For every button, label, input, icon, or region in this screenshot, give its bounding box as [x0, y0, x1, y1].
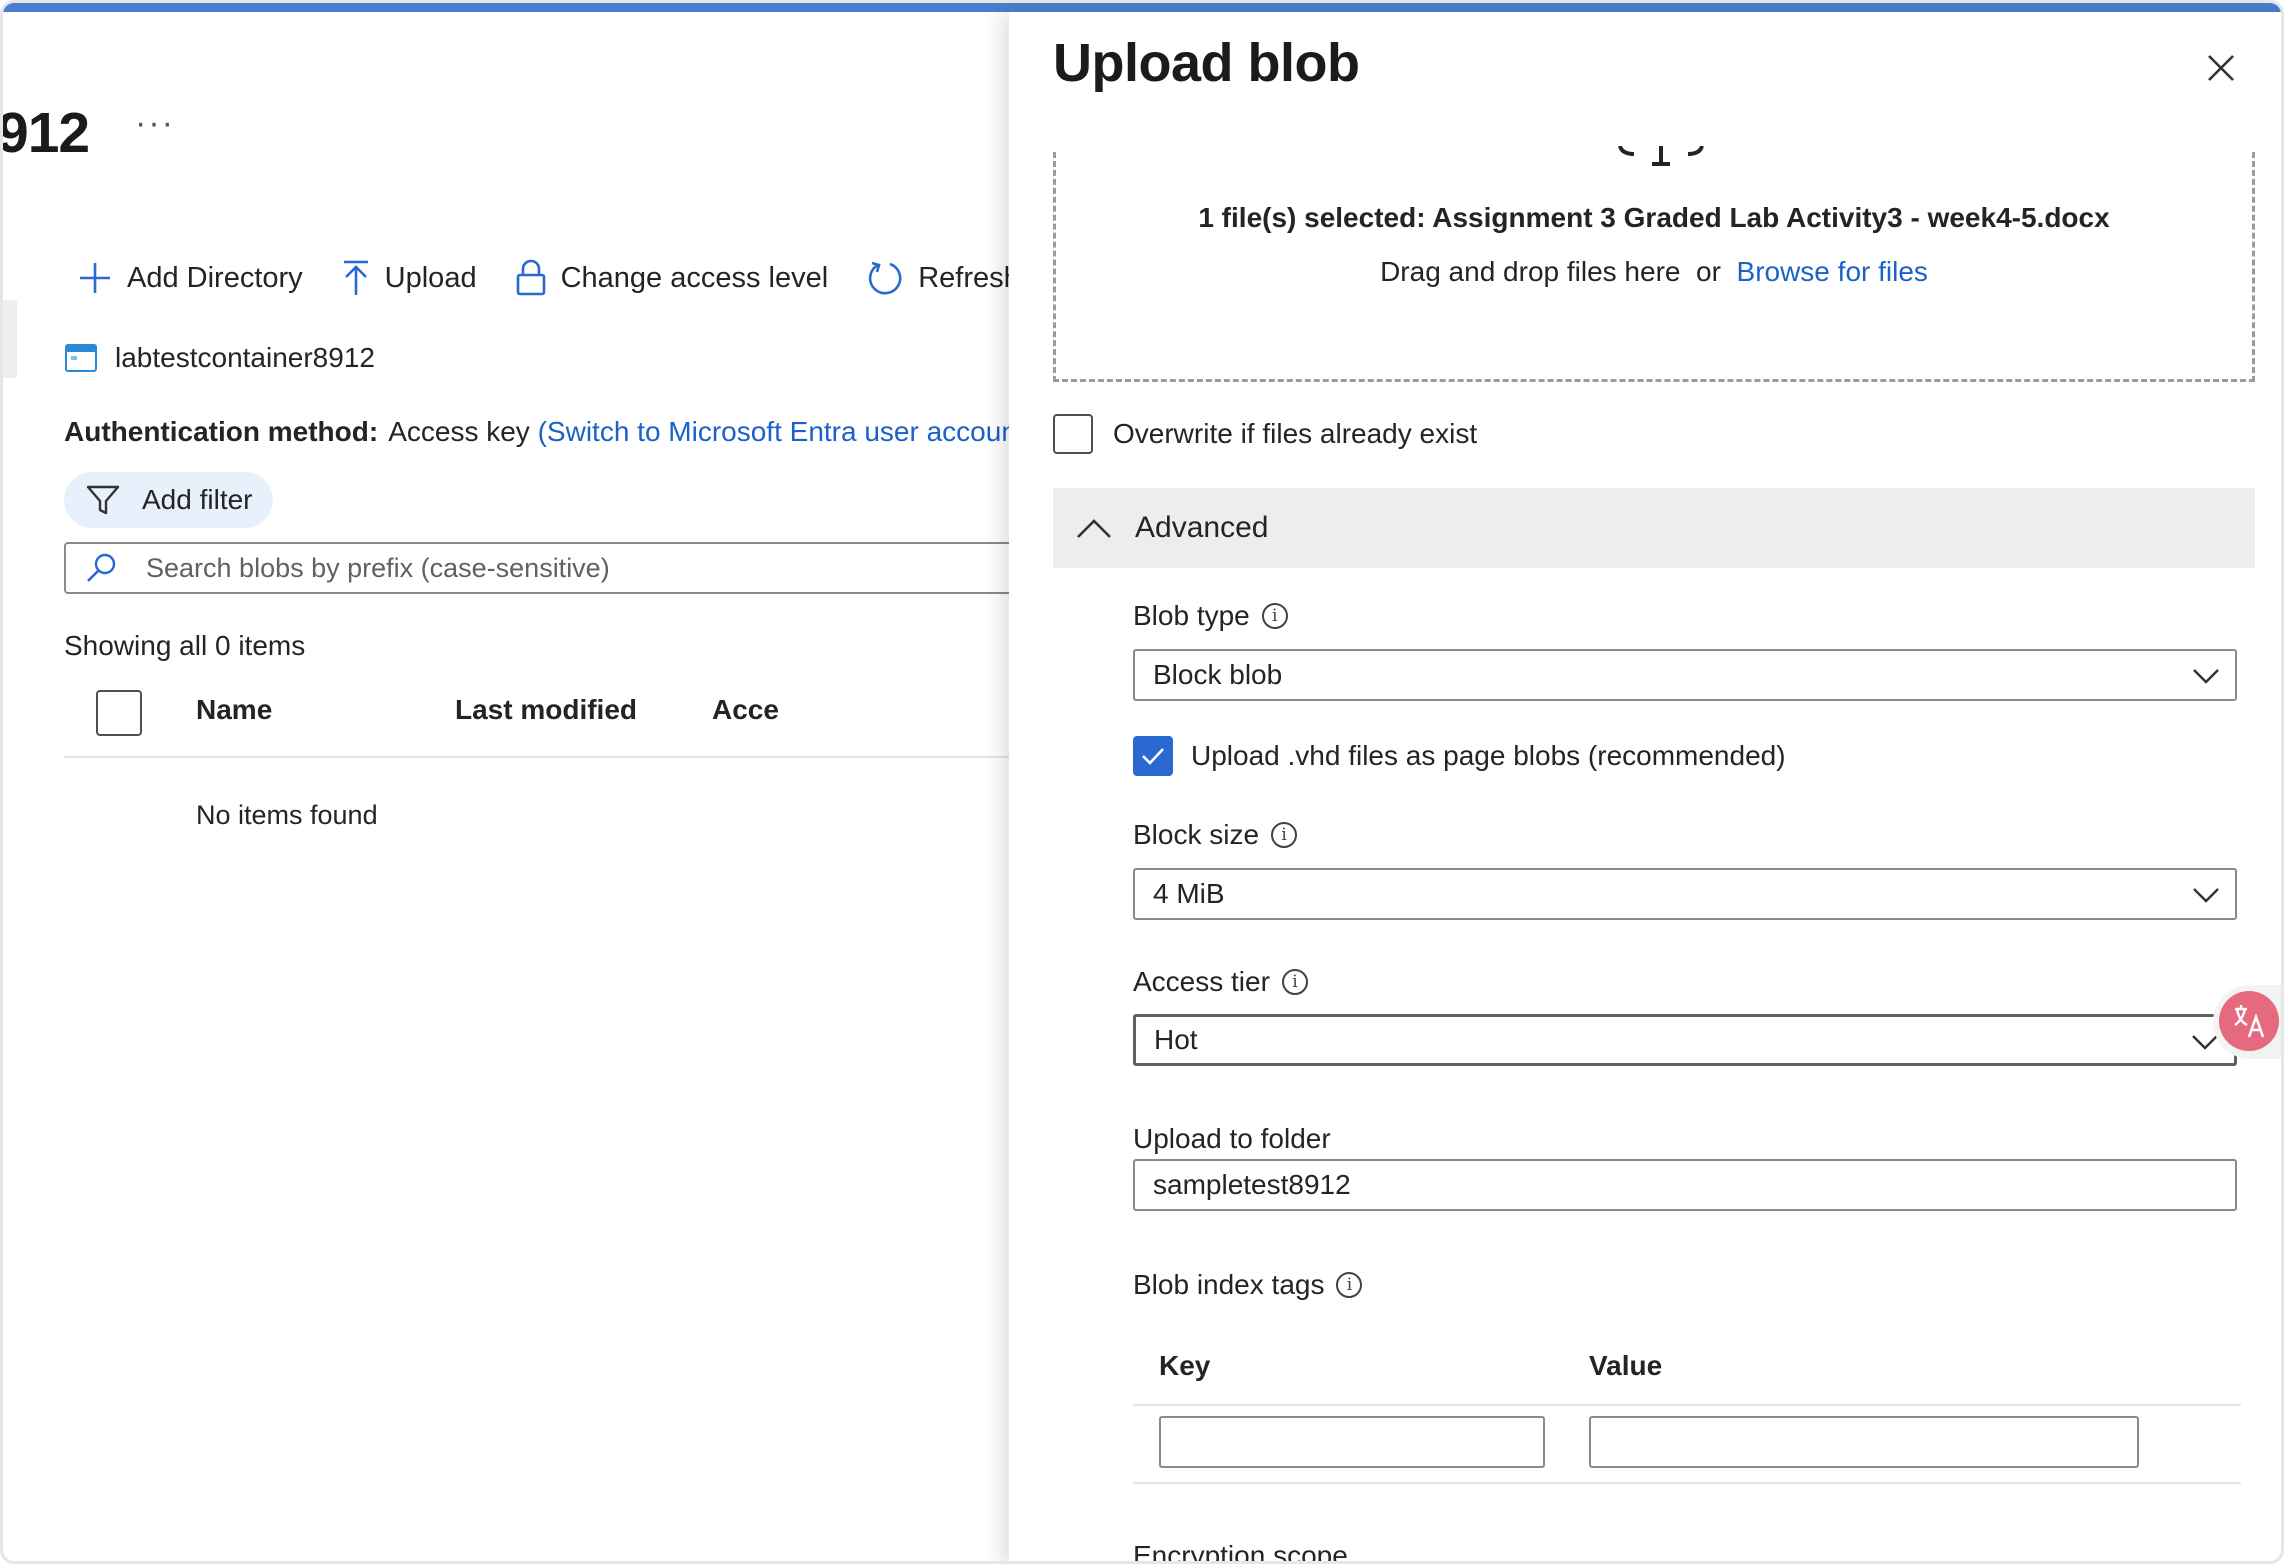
upload-button[interactable]: Upload [341, 259, 477, 297]
tags-divider [1133, 1482, 2241, 1484]
add-filter-label: Add filter [142, 484, 253, 515]
block-size-value: 4 MiB [1153, 878, 1225, 909]
select-all-checkbox[interactable] [96, 690, 142, 736]
column-last-modified[interactable]: Last modified [455, 694, 637, 726]
or-label: or [1696, 256, 1721, 287]
blob-list-header: Name Last modified Acce [64, 682, 1009, 758]
encryption-label-row: Encryption scope [1133, 1540, 1348, 1564]
info-icon[interactable]: i [1271, 822, 1298, 848]
folder-label-row: Upload to folder [1133, 1123, 1331, 1155]
app-window: 912 ··· Add Directory Upload Change acce… [0, 0, 2284, 1564]
blob-type-value: Block blob [1153, 659, 1283, 690]
lock-icon [516, 259, 545, 296]
translate-icon[interactable] [2219, 991, 2279, 1051]
access-tier-label: Access tier [1133, 966, 1270, 997]
upload-blob-panel: Upload blob 1 file(s) selected: Assignme… [1009, 12, 2281, 1564]
vhd-page-blob-row[interactable]: Upload .vhd files as page blobs (recomme… [1133, 736, 1786, 776]
chevron-down-icon [2193, 669, 2219, 684]
block-size-label: Block size [1133, 819, 1260, 850]
add-directory-label: Add Directory [127, 261, 303, 294]
tag-value-input[interactable] [1589, 1416, 2139, 1468]
upload-cloud-icon [1618, 146, 1704, 166]
drag-drop-label: Drag and drop files here [1380, 256, 1681, 287]
encryption-scope-label: Encryption scope [1133, 1540, 1348, 1564]
container-breadcrumb: labtestcontainer8912 [65, 342, 375, 374]
refresh-icon [869, 261, 902, 295]
upload-folder-input[interactable]: sampletest8912 [1133, 1159, 2237, 1211]
search-input[interactable]: Search blobs by prefix (case-sensitive) [64, 542, 1009, 594]
tag-key-input[interactable] [1159, 1416, 1545, 1468]
upload-folder-label: Upload to folder [1133, 1123, 1331, 1154]
advanced-label: Advanced [1135, 511, 1269, 544]
panel-title: Upload blob [1053, 33, 1360, 93]
tags-value-header: Value [1589, 1350, 1663, 1381]
overwrite-checkbox[interactable] [1053, 414, 1093, 454]
info-icon[interactable]: i [1281, 969, 1308, 995]
block-size-label-row: Block size i [1133, 819, 1298, 851]
plus-icon [80, 263, 110, 293]
collapsed-menu-edge[interactable] [3, 300, 17, 378]
container-icon [65, 344, 97, 372]
command-bar: Add Directory Upload Change access level [77, 250, 1009, 306]
search-placeholder: Search blobs by prefix (case-sensitive) [146, 552, 610, 583]
items-count: Showing all 0 items [64, 630, 306, 661]
info-icon[interactable]: i [1336, 1272, 1363, 1298]
column-name[interactable]: Name [196, 694, 272, 726]
chevron-down-icon [2193, 888, 2219, 903]
index-tags-header: Key Value [1133, 1330, 2241, 1406]
checkmark-icon [1142, 748, 1164, 765]
upload-arrow-icon [343, 260, 368, 295]
index-tags-label-row: Blob index tags i [1133, 1269, 1363, 1301]
upload-folder-value: sampletest8912 [1153, 1169, 1351, 1200]
add-filter-button[interactable]: Add filter [64, 472, 273, 528]
access-tier-value: Hot [1154, 1024, 1198, 1055]
info-icon[interactable]: i [1261, 603, 1288, 629]
container-blade: 912 ··· Add Directory Upload Change acce… [3, 12, 1009, 1561]
search-icon [87, 553, 116, 582]
blob-type-dropdown[interactable]: Block blob [1133, 649, 2237, 701]
browse-files-link[interactable]: Browse for files [1737, 256, 1928, 287]
more-options-button[interactable]: ··· [135, 104, 175, 143]
overwrite-label: Overwrite if files already exist [1113, 418, 1478, 449]
add-directory-button[interactable]: Add Directory [77, 260, 303, 296]
block-size-dropdown[interactable]: 4 MiB [1133, 868, 2237, 920]
change-access-level-label: Change access level [560, 261, 829, 294]
funnel-icon [86, 485, 120, 515]
selected-files-text: 1 file(s) selected: Assignment 3 Graded … [1198, 202, 2110, 233]
vhd-page-blob-checkbox[interactable] [1133, 736, 1173, 776]
blob-type-label: Blob type [1133, 600, 1250, 631]
top-accent-bar [3, 3, 2281, 12]
change-access-level-button[interactable]: Change access level [515, 259, 829, 297]
chevron-up-icon [1077, 519, 1111, 538]
refresh-button[interactable]: Refresh [866, 259, 1009, 297]
advanced-section-toggle[interactable]: Advanced [1053, 488, 2255, 568]
empty-state-text: No items found [196, 800, 378, 830]
auth-method-label: Authentication method: [64, 416, 379, 447]
translate-glyph [2234, 1005, 2265, 1038]
access-tier-dropdown[interactable]: Hot [1133, 1014, 2237, 1066]
column-access-tier[interactable]: Acce [712, 694, 779, 726]
file-drop-zone[interactable]: 1 file(s) selected: Assignment 3 Graded … [1053, 146, 2255, 382]
auth-method-value: Access key [388, 416, 530, 447]
blob-type-label-row: Blob type i [1133, 600, 1288, 632]
tags-key-header: Key [1159, 1350, 1211, 1381]
container-name: labtestcontainer8912 [115, 342, 375, 373]
authentication-method: Authentication method: Access key (Switch… [64, 416, 1009, 448]
drag-drop-text: Drag and drop files here or Browse for f… [1056, 256, 2252, 288]
refresh-label: Refresh [918, 261, 1009, 294]
close-icon[interactable] [2201, 48, 2241, 88]
index-tags-label: Blob index tags [1133, 1269, 1325, 1300]
upload-label: Upload [384, 261, 477, 294]
vhd-page-blob-label: Upload .vhd files as page blobs (recomme… [1191, 740, 1786, 771]
page-title: 912 [3, 101, 90, 165]
switch-auth-link[interactable]: (Switch to Microsoft Entra user accoun [538, 416, 1009, 447]
overwrite-checkbox-row[interactable]: Overwrite if files already exist [1053, 414, 1477, 454]
access-tier-label-row: Access tier i [1133, 966, 1308, 998]
